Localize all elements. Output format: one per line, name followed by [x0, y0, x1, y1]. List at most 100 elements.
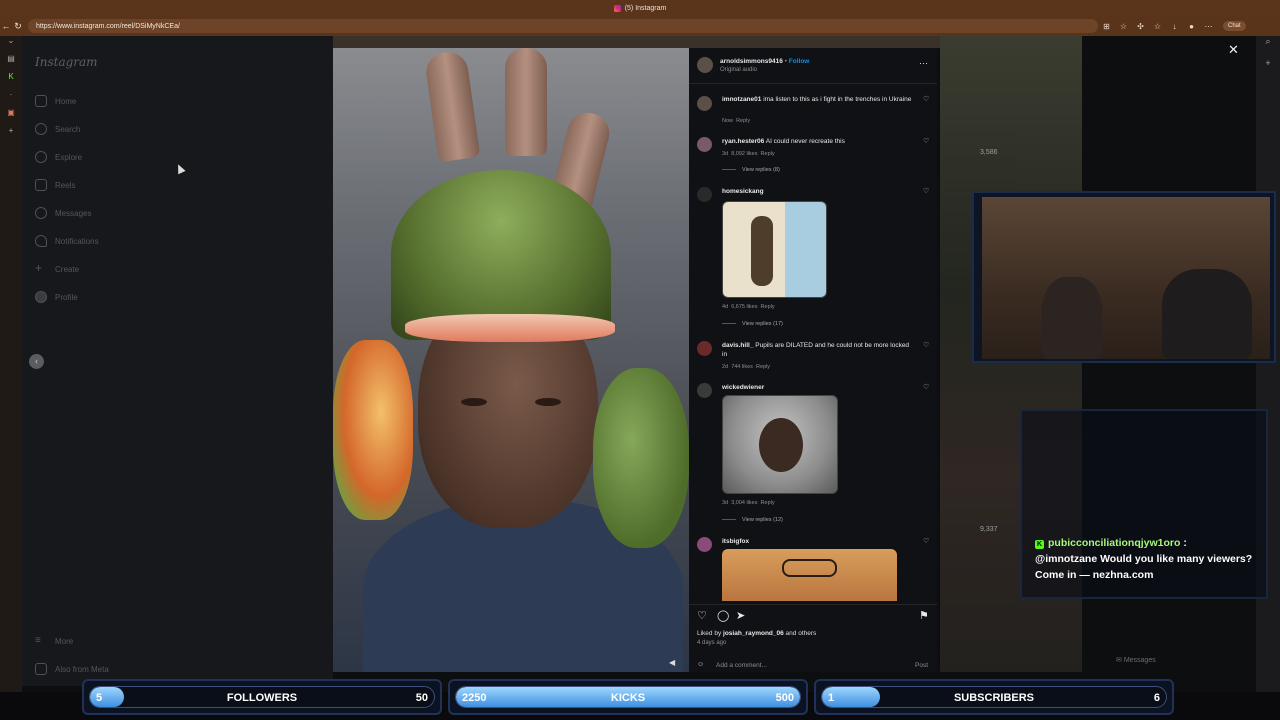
nav-explore[interactable]: Explore [35, 151, 82, 163]
profile-icon[interactable]: ● [1183, 22, 1200, 31]
share-icon[interactable]: ➤ [736, 609, 745, 622]
emoji-icon[interactable]: ☺ [697, 661, 704, 668]
comment-username[interactable]: davis.hill_ [722, 342, 753, 349]
kick-icon[interactable]: K [0, 72, 22, 90]
media-icon[interactable]: ▣ [0, 108, 22, 126]
like-comment-icon[interactable]: ♡ [923, 95, 929, 103]
view-replies-link[interactable]: View replies (12) [722, 517, 783, 523]
nav-label: Create [55, 264, 80, 274]
chat-button[interactable]: Chat [1223, 21, 1246, 31]
commenter-avatar[interactable] [697, 383, 712, 398]
collapse-icon[interactable]: ⌄ [0, 36, 22, 54]
nav-more[interactable]: ≡ More [35, 635, 73, 647]
comment-username[interactable]: imnotzane01 [722, 96, 761, 103]
post-comment-button[interactable]: Post [915, 662, 928, 669]
nav-messages[interactable]: Messages [35, 207, 91, 219]
view-replies-link[interactable]: View replies (17) [722, 321, 783, 327]
nav-notifications[interactable]: Notifications [35, 235, 99, 247]
comment-text: ima listen to this as i fight in the tre… [763, 96, 912, 103]
previous-reel-button[interactable]: ‹ [29, 354, 44, 369]
menu-dots-icon[interactable]: ⋯ [1200, 22, 1217, 31]
tab-title[interactable]: (5) Instagram [625, 5, 667, 12]
goal-target: 50 [415, 692, 428, 704]
nav-label: Messages [55, 208, 92, 218]
instagram-favicon-icon [613, 4, 621, 12]
url-text: https://www.instagram.com/reel/DSiMyNkCE… [36, 22, 180, 30]
add-comment-input[interactable]: Add a comment... [716, 662, 767, 669]
comment-username[interactable]: wickedwiener [722, 384, 764, 391]
nav-profile[interactable]: Profile [35, 291, 78, 303]
search-icon[interactable]: ⌕ [1256, 36, 1280, 58]
comment-gif-image[interactable] [722, 395, 838, 494]
like-comment-icon[interactable]: ♡ [923, 537, 929, 545]
add-icon[interactable]: + [1256, 58, 1280, 80]
nav-reels[interactable]: Reels [35, 179, 75, 191]
comment-time: 4d [722, 304, 729, 310]
author-username[interactable]: arnoldsimmons9416 [720, 58, 783, 65]
close-icon[interactable]: ✕ [1228, 42, 1239, 58]
like-icon[interactable]: ♡ [697, 609, 707, 622]
author-avatar[interactable] [697, 57, 713, 73]
popsicle-shape [423, 49, 481, 163]
search-icon [35, 123, 47, 135]
add-icon[interactable]: + [0, 126, 22, 144]
nav-label: Explore [55, 152, 83, 162]
nav-home[interactable]: Home [35, 95, 76, 107]
messages-icon: ✉ [1116, 657, 1124, 664]
like-comment-icon[interactable]: ♡ [923, 341, 929, 349]
comment-gif-image[interactable] [722, 201, 827, 298]
download-icon[interactable]: ↓ [1166, 22, 1183, 31]
reply-link[interactable]: Reply [761, 304, 775, 310]
comment-time: Now [722, 118, 734, 124]
comment-username[interactable]: homesickang [722, 188, 764, 195]
nav-search[interactable]: Search [35, 123, 80, 135]
comment-time: 2d [722, 364, 729, 370]
commenter-avatar[interactable] [697, 537, 712, 552]
comment-icon[interactable]: ◯ [717, 609, 729, 622]
nav-create[interactable]: + Create [35, 262, 80, 275]
comment-item: ryan.hester06 AI could never recreate th… [689, 137, 937, 177]
nav-also-from-meta[interactable]: Also from Meta [35, 663, 109, 675]
reply-link[interactable]: Reply [761, 500, 775, 506]
watermelon-right-shape [593, 368, 689, 548]
audio-label[interactable]: Original audio [720, 67, 757, 73]
address-bar[interactable]: https://www.instagram.com/reel/DSiMyNkCE… [28, 19, 1098, 33]
reels-icon [35, 179, 47, 191]
favorites-icon[interactable]: ☆ [1149, 22, 1166, 31]
mute-icon[interactable]: ◀ [669, 658, 675, 667]
liked-by-user[interactable]: josiah_raymond_06 [723, 630, 784, 637]
tabs-icon[interactable]: ▤ [0, 54, 22, 72]
reply-link[interactable]: Reply [736, 118, 750, 124]
reply-link[interactable]: Reply [756, 364, 770, 370]
view-replies-link[interactable]: View replies (8) [722, 167, 780, 173]
comment-item: imnotzane01 ima listen to this as i figh… [689, 95, 937, 125]
follow-button[interactable]: Follow [789, 58, 810, 65]
reply-link[interactable]: Reply [761, 151, 775, 157]
commenter-avatar[interactable] [697, 341, 712, 356]
nav-label: Home [55, 96, 77, 106]
comment-gif-image[interactable] [722, 549, 897, 601]
like-comment-icon[interactable]: ♡ [923, 383, 929, 391]
reload-icon[interactable]: ↻ [12, 21, 24, 32]
messages-fab[interactable]: ✉ Messages [1116, 656, 1156, 664]
more-options-icon[interactable]: ⋯ [919, 58, 928, 69]
like-comment-icon[interactable]: ♡ [923, 187, 929, 195]
comment-time: 3d [722, 151, 729, 157]
extensions-icon[interactable]: ✣ [1132, 22, 1149, 31]
back-icon[interactable]: ← [0, 21, 12, 31]
translate-icon[interactable]: ⊞ [1098, 22, 1115, 31]
instagram-logo[interactable]: Instagram [35, 55, 98, 69]
dot-icon[interactable]: · [0, 90, 22, 108]
reel-video[interactable]: ◀ [333, 48, 689, 672]
popsicle-shape [505, 48, 547, 156]
save-icon[interactable]: ⚑ [919, 609, 929, 622]
commenter-avatar[interactable] [697, 187, 712, 202]
goal-label: SUBSCRIBERS [953, 692, 1035, 704]
bookmark-icon[interactable]: ☆ [1115, 22, 1132, 31]
commenter-avatar[interactable] [697, 137, 712, 152]
kicks-goal: 2250 KICKS 500 [448, 679, 808, 715]
comment-username[interactable]: ryan.hester06 [722, 138, 764, 145]
commenter-avatar[interactable] [697, 96, 712, 111]
like-comment-icon[interactable]: ♡ [923, 137, 929, 145]
comment-username[interactable]: itsbigfox [722, 538, 749, 545]
